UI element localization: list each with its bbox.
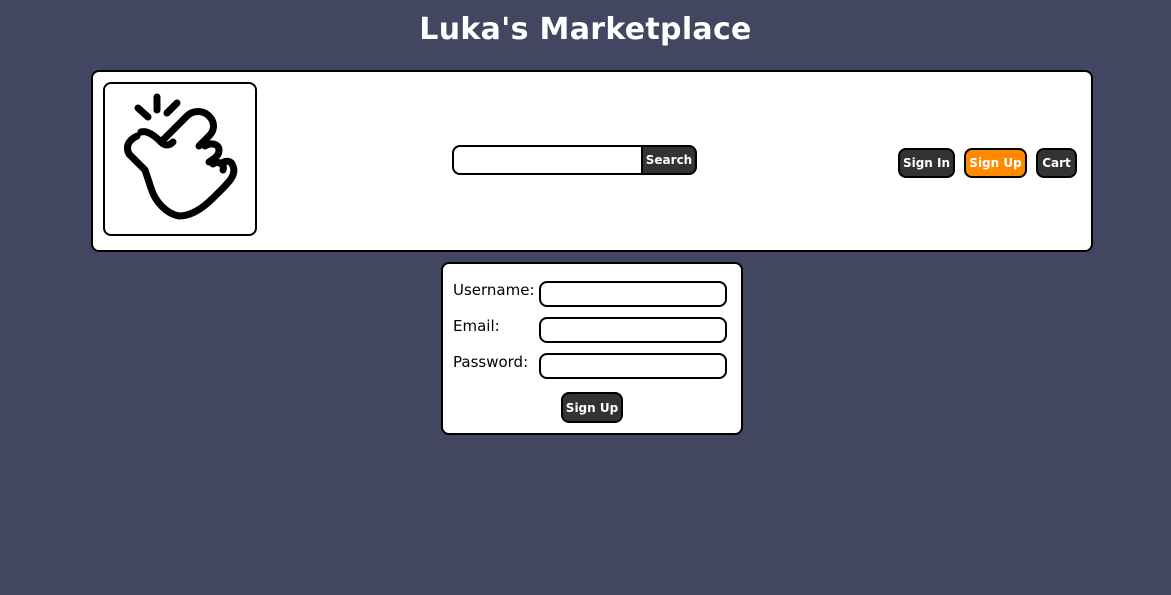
password-label: Password:: [453, 353, 529, 371]
search-input[interactable]: [452, 145, 648, 175]
signup-form: Username: Email: Password: Sign Up: [441, 262, 743, 435]
sign-in-button[interactable]: Sign In: [898, 148, 955, 178]
sign-up-button[interactable]: Sign Up: [964, 148, 1027, 178]
header-panel: Search Sign In Sign Up Cart: [91, 70, 1093, 252]
cart-button[interactable]: Cart: [1036, 148, 1077, 178]
email-field[interactable]: [539, 317, 727, 343]
email-label: Email:: [453, 317, 500, 335]
password-field[interactable]: [539, 353, 727, 379]
logo[interactable]: [103, 82, 257, 236]
username-label: Username:: [453, 281, 535, 299]
snap-fingers-hand-icon: [123, 93, 238, 220]
search-button[interactable]: Search: [641, 145, 697, 175]
submit-sign-up-button[interactable]: Sign Up: [561, 392, 623, 423]
page-title: Luka's Marketplace: [419, 12, 752, 47]
username-field[interactable]: [539, 281, 727, 307]
